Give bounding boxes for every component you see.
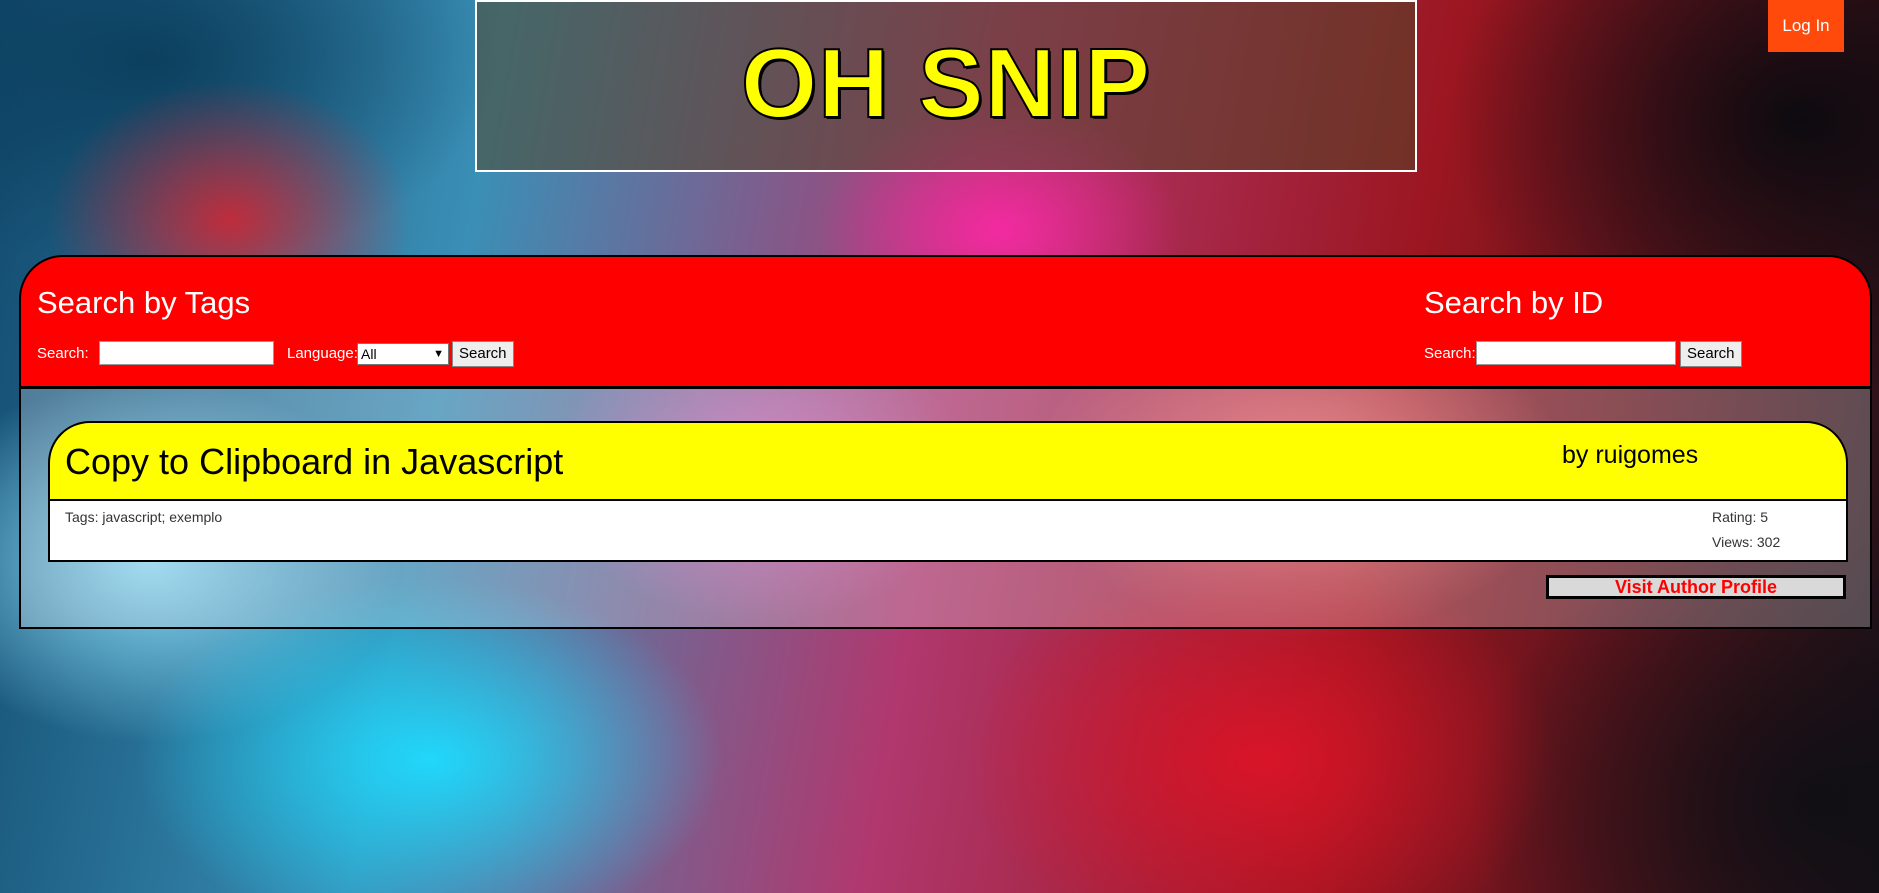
tag-search-label: Search: bbox=[37, 345, 89, 362]
search-bar: Search by Tags Search: Language: All ▼ S… bbox=[19, 255, 1872, 388]
language-label: Language: bbox=[287, 345, 358, 362]
snippet-card-body: Tags: javascript; exemplo Rating: 5 View… bbox=[48, 499, 1848, 562]
tag-search-button[interactable]: Search bbox=[452, 341, 514, 367]
snippet-author: by ruigomes bbox=[1562, 441, 1699, 469]
tag-search-heading: Search by Tags bbox=[37, 285, 251, 320]
site-title: OH SNIP bbox=[740, 27, 1151, 139]
chevron-down-icon: ▼ bbox=[433, 348, 444, 360]
visit-author-profile-button[interactable]: Visit Author Profile bbox=[1546, 575, 1846, 599]
snippet-title[interactable]: Copy to Clipboard in Javascript bbox=[65, 441, 563, 483]
snippet-tags: Tags: javascript; exemplo bbox=[65, 509, 223, 525]
tag-search-input[interactable] bbox=[99, 341, 274, 365]
id-search-heading: Search by ID bbox=[1424, 285, 1604, 320]
snippet-card-header[interactable]: Copy to Clipboard in Javascript by ruigo… bbox=[48, 421, 1848, 501]
results-panel: Copy to Clipboard in Javascript by ruigo… bbox=[19, 387, 1872, 629]
id-search-input[interactable] bbox=[1476, 341, 1676, 365]
snippet-views: Views: 302 bbox=[1712, 534, 1781, 550]
language-select[interactable]: All ▼ bbox=[357, 343, 449, 365]
login-button[interactable]: Log In bbox=[1768, 0, 1844, 52]
id-search-label: Search: bbox=[1424, 345, 1476, 362]
snippet-rating: Rating: 5 bbox=[1712, 509, 1769, 525]
site-header: OH SNIP bbox=[475, 0, 1417, 172]
id-search-button[interactable]: Search bbox=[1680, 341, 1742, 367]
language-selected-value: All bbox=[361, 346, 377, 362]
